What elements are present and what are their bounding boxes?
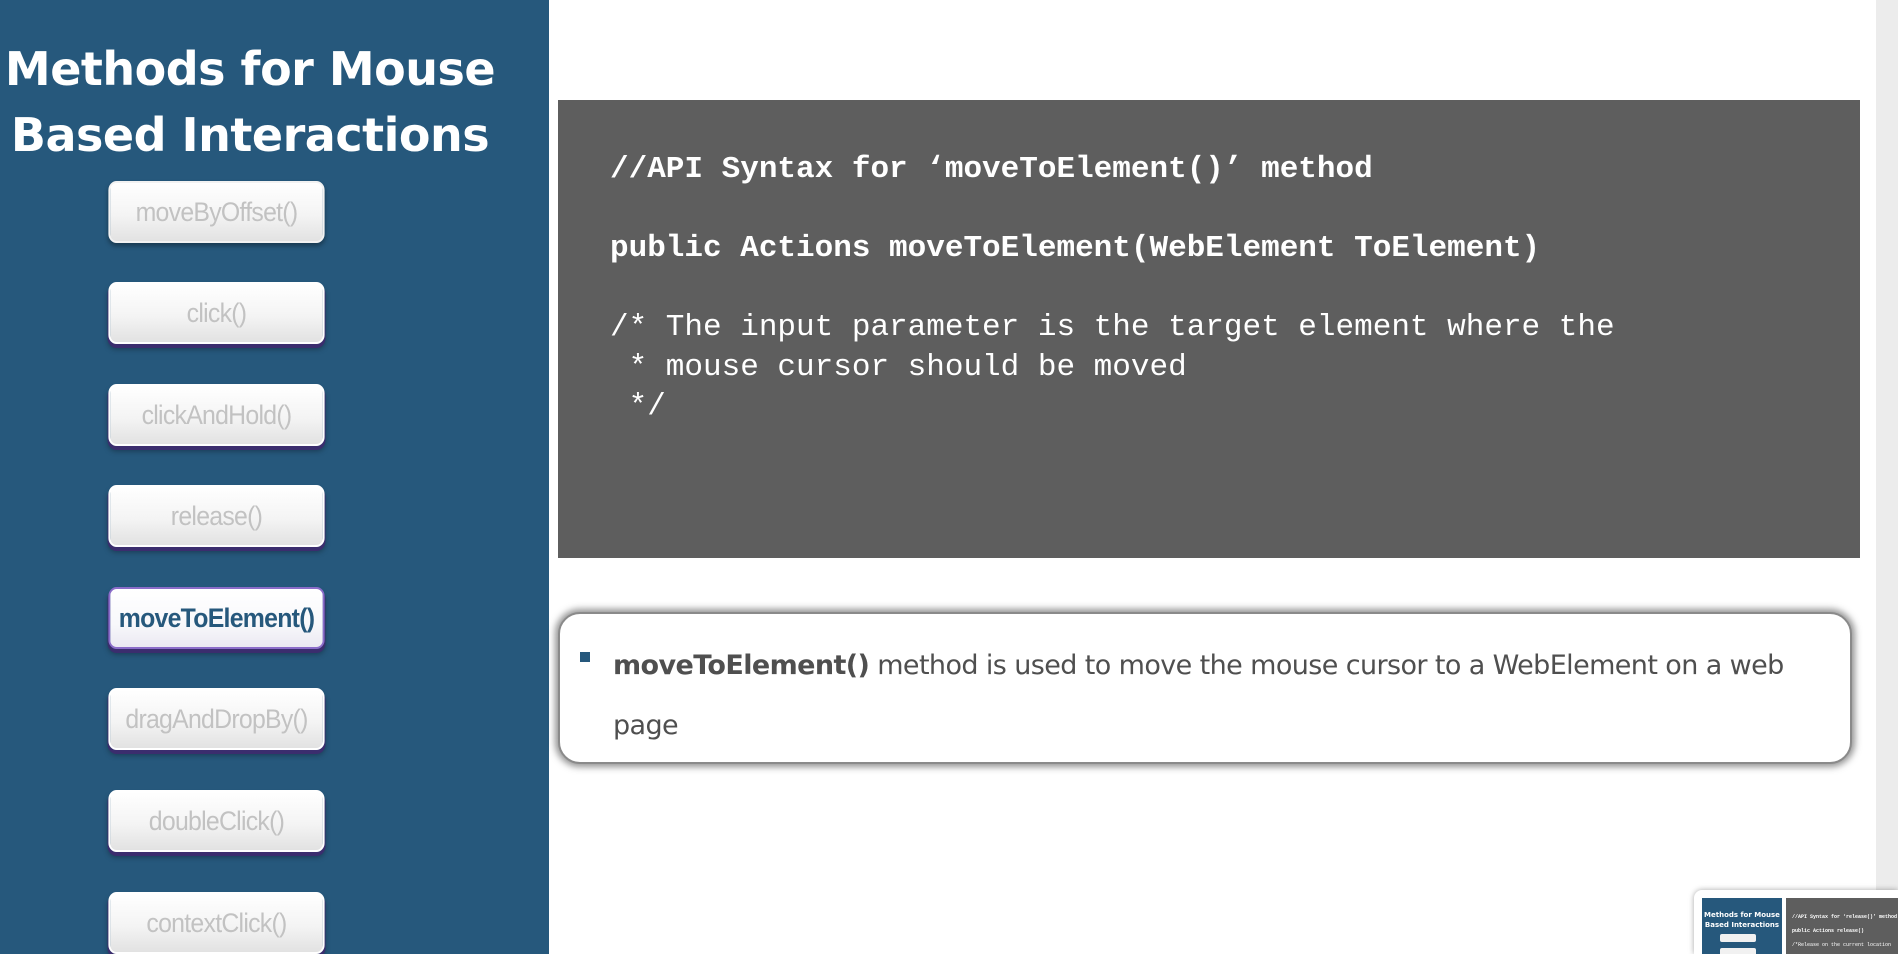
- method-button-double-click[interactable]: doubleClick(): [108, 790, 325, 852]
- thumbnail-button: [1720, 934, 1756, 942]
- method-button-click[interactable]: click(): [108, 282, 325, 344]
- thumbnail-code-panel: //API Syntax for ‘release()’ method publ…: [1786, 898, 1898, 954]
- code-panel: //API Syntax for ‘moveToElement()’ metho…: [558, 100, 1860, 558]
- thumbnail-code-line-3: /*Release on the current location: [1792, 942, 1892, 948]
- code-doc-line-1: /* The input parameter is the target ele…: [610, 310, 1615, 345]
- thumbnail-code-line-1: //API Syntax for ‘release()’ method: [1792, 914, 1898, 920]
- thumbnail-title-line2: Based Interactions: [1704, 921, 1780, 929]
- code-comment-line: //API Syntax for ‘moveToElement()’ metho…: [610, 152, 1373, 187]
- sidebar-title-line2: Based Interactions: [10, 108, 490, 162]
- scrollbar[interactable]: [1876, 0, 1898, 954]
- thumbnail-title-line1: Methods for Mouse: [1704, 911, 1780, 919]
- code-doc-line-3: */: [610, 389, 666, 424]
- slide: Methods for Mouse Based Interactions mov…: [0, 0, 1898, 954]
- square-bullet-icon: [580, 652, 590, 662]
- method-button-release[interactable]: release(): [108, 485, 325, 547]
- thumbnail-button: [1720, 948, 1756, 954]
- thumbnail-code-line-2: public Actions release(): [1792, 928, 1865, 934]
- sidebar-title-line1: Methods for Mouse: [4, 42, 496, 96]
- description-box: moveToElement() method is used to move t…: [558, 612, 1852, 764]
- slide-thumbnail-preview[interactable]: Methods for Mouse Based Interactions //A…: [1694, 890, 1898, 954]
- description-text: moveToElement() method is used to move t…: [613, 636, 1823, 756]
- method-button-drag-and-drop-by[interactable]: dragAndDropBy(): [108, 688, 325, 750]
- thumbnail-sidebar: Methods for Mouse Based Interactions: [1702, 898, 1782, 954]
- method-button-move-to-element[interactable]: moveToElement(): [108, 587, 325, 649]
- code-doc-line-2: * mouse cursor should be moved: [610, 350, 1187, 385]
- code-signature-line: public Actions moveToElement(WebElement …: [610, 231, 1541, 266]
- thumbnail-title: Methods for Mouse Based Interactions: [1702, 910, 1782, 930]
- method-button-click-and-hold[interactable]: clickAndHold(): [108, 384, 325, 446]
- sidebar-title: Methods for Mouse Based Interactions: [0, 36, 500, 168]
- method-button-move-by-offset[interactable]: moveByOffset(): [108, 181, 325, 243]
- method-button-context-click[interactable]: contextClick(): [108, 892, 325, 954]
- sidebar: Methods for Mouse Based Interactions mov…: [0, 0, 549, 954]
- description-method-name: moveToElement(): [613, 650, 870, 681]
